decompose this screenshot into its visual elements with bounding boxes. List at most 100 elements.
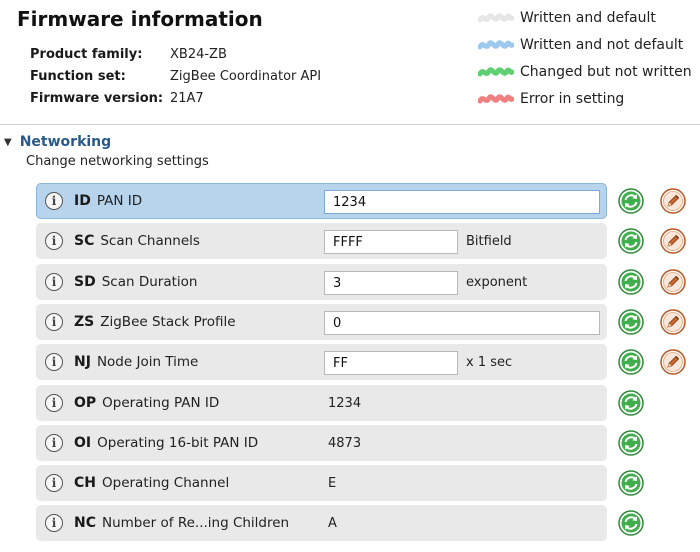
parameter-row-sd[interactable]: i SD Scan Duration exponent xyxy=(36,264,607,300)
info-icon[interactable]: i xyxy=(45,192,63,210)
parameter-code: NC xyxy=(74,515,96,531)
read-parameter-button[interactable] xyxy=(618,390,644,416)
section-description: Change networking settings xyxy=(26,154,209,169)
read-parameter-button[interactable] xyxy=(618,510,644,536)
parameter-value: 1234 xyxy=(328,395,362,411)
legend-swatch-icon xyxy=(478,65,514,79)
parameter-name: Number of Re...ing Children xyxy=(102,515,290,531)
read-parameter-button[interactable] xyxy=(618,430,644,456)
parameter-code: ID xyxy=(74,193,91,209)
parameter-value-input[interactable] xyxy=(324,190,600,214)
networking-section-toggle[interactable]: ▼ Networking xyxy=(4,134,111,150)
firmware-row-function-set: Function set: ZigBee Coordinator API xyxy=(30,66,321,88)
firmware-info: Product family: XB24-ZB Function set: ZigB… xyxy=(30,44,321,110)
section-title: Networking xyxy=(19,134,112,150)
info-icon[interactable]: i xyxy=(45,514,63,532)
firmware-label: Product family: xyxy=(30,47,143,62)
legend-label: Changed but not written xyxy=(520,63,692,80)
divider xyxy=(0,124,700,125)
legend-label: Written and default xyxy=(520,9,656,26)
info-icon[interactable]: i xyxy=(45,313,63,331)
legend-item: Written and default xyxy=(478,4,692,31)
parameter-code: OP xyxy=(74,395,97,411)
firmware-label: Function set: xyxy=(30,69,126,84)
pencil-icon xyxy=(660,188,686,214)
firmware-row-product-family: Product family: XB24-ZB xyxy=(30,44,321,66)
pencil-icon xyxy=(660,309,686,335)
parameter-row-sc[interactable]: i SC Scan Channels Bitfield xyxy=(36,223,607,259)
info-icon[interactable]: i xyxy=(45,273,63,291)
firmware-value: 21A7 xyxy=(170,91,204,106)
parameter-value-input[interactable] xyxy=(324,271,458,295)
parameter-row-op[interactable]: i OP Operating PAN ID 1234 xyxy=(36,385,607,421)
parameter-name: Node Join Time xyxy=(96,354,199,370)
read-parameter-button[interactable] xyxy=(618,188,644,214)
legend-item: Changed but not written xyxy=(478,58,692,85)
parameter-row-nj[interactable]: i NJ Node Join Time x 1 sec xyxy=(36,344,607,380)
parameter-value-input[interactable] xyxy=(324,311,600,335)
parameter-value-input[interactable] xyxy=(324,230,458,254)
legend-label: Written and not default xyxy=(520,36,684,53)
parameter-row-id[interactable]: i ID PAN ID xyxy=(36,183,607,219)
parameter-value: 4873 xyxy=(328,435,362,451)
parameter-value: E xyxy=(328,475,337,491)
parameter-row-nc[interactable]: i NC Number of Re...ing Children A xyxy=(36,505,607,541)
legend-swatch-icon xyxy=(478,11,514,25)
parameter-row-ch[interactable]: i CH Operating Channel E xyxy=(36,465,607,501)
parameter-value: A xyxy=(328,515,337,531)
legend-label: Error in setting xyxy=(520,90,625,107)
info-icon[interactable]: i xyxy=(45,353,63,371)
parameter-name: Scan Duration xyxy=(101,274,198,290)
parameter-row-oi[interactable]: i OI Operating 16-bit PAN ID 4873 xyxy=(36,425,607,461)
read-parameter-button[interactable] xyxy=(618,269,644,295)
firmware-title: Firmware information xyxy=(17,7,263,31)
parameter-code: SC xyxy=(74,233,95,249)
info-icon[interactable]: i xyxy=(45,434,63,452)
pencil-icon xyxy=(660,228,686,254)
parameter-code: ZS xyxy=(74,314,95,330)
parameter-name: Operating PAN ID xyxy=(102,395,220,411)
write-parameter-button[interactable] xyxy=(660,309,686,335)
info-icon[interactable]: i xyxy=(45,474,63,492)
firmware-value: ZigBee Coordinator API xyxy=(170,69,322,84)
legend-item: Error in setting xyxy=(478,85,692,112)
write-parameter-button[interactable] xyxy=(660,188,686,214)
parameter-name: Operating 16-bit PAN ID xyxy=(97,435,259,451)
parameter-name: Operating Channel xyxy=(102,475,230,491)
refresh-icon xyxy=(618,349,644,375)
info-icon[interactable]: i xyxy=(45,232,63,250)
write-parameter-button[interactable] xyxy=(660,269,686,295)
parameter-code: OI xyxy=(74,435,92,451)
firmware-label: Firmware version: xyxy=(30,91,164,106)
status-legend: Written and default Written and not defau… xyxy=(478,4,692,112)
refresh-icon xyxy=(618,228,644,254)
refresh-icon xyxy=(618,430,644,456)
read-parameter-button[interactable] xyxy=(618,470,644,496)
info-icon[interactable]: i xyxy=(45,394,63,412)
parameter-code: NJ xyxy=(74,354,91,370)
write-parameter-button[interactable] xyxy=(660,228,686,254)
read-parameter-button[interactable] xyxy=(618,228,644,254)
parameter-unit: x 1 sec xyxy=(466,354,513,370)
parameter-unit: Bitfield xyxy=(466,233,512,249)
pencil-icon xyxy=(660,269,686,295)
parameter-name: ZigBee Stack Profile xyxy=(100,314,236,330)
parameter-name: PAN ID xyxy=(96,193,143,209)
refresh-icon xyxy=(618,510,644,536)
read-parameter-button[interactable] xyxy=(618,349,644,375)
refresh-icon xyxy=(618,188,644,214)
parameter-code: SD xyxy=(74,274,96,290)
refresh-icon xyxy=(618,390,644,416)
write-parameter-button[interactable] xyxy=(660,349,686,375)
refresh-icon xyxy=(618,470,644,496)
legend-swatch-icon xyxy=(478,38,514,52)
parameter-row-zs[interactable]: i ZS ZigBee Stack Profile xyxy=(36,304,607,340)
read-parameter-button[interactable] xyxy=(618,309,644,335)
firmware-value: XB24-ZB xyxy=(170,47,227,62)
parameter-value-input[interactable] xyxy=(324,351,458,375)
legend-item: Written and not default xyxy=(478,31,692,58)
refresh-icon xyxy=(618,269,644,295)
legend-swatch-icon xyxy=(478,92,514,106)
caret-down-icon: ▼ xyxy=(4,136,12,148)
pencil-icon xyxy=(660,349,686,375)
